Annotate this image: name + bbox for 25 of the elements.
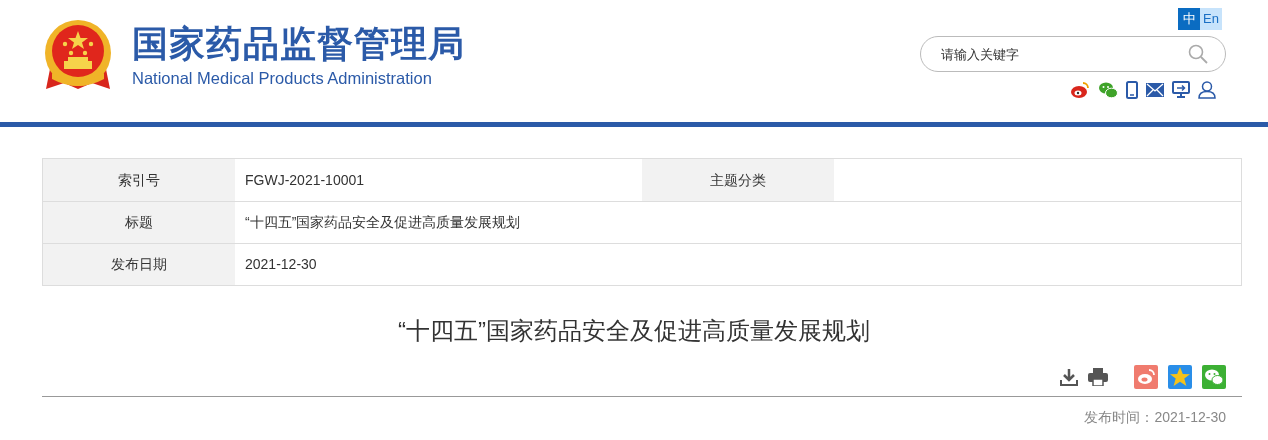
weibo-share-icon[interactable] — [1134, 365, 1158, 389]
site-subtitle: National Medical Products Administration — [132, 68, 433, 88]
print-icon[interactable] — [1088, 368, 1108, 386]
label-cell: 标题 — [43, 202, 235, 243]
article-title: “十四五”国家药品安全及促进高质量发展规划 — [397, 316, 871, 346]
monitor-icon[interactable] — [1172, 81, 1190, 99]
label-cell: 主题分类 — [642, 159, 834, 201]
value-cell-text: 2021-12-30 — [244, 255, 318, 274]
label-cell: 发布日期 — [43, 244, 235, 285]
publish-time: 发布时间：2021-12-30 — [1084, 408, 1226, 427]
wechat-icon[interactable] — [1098, 81, 1118, 99]
weibo-icon[interactable] — [1070, 81, 1090, 99]
value-cell-text: “十四五”国家药品安全及促进高质量发展规划 — [244, 213, 522, 232]
phone-icon[interactable] — [1126, 81, 1138, 99]
site-title: 国家药品监督管理局 — [132, 22, 465, 66]
value-cell-text: FGWJ-2021-10001 — [244, 170, 366, 190]
mail-icon[interactable] — [1146, 83, 1164, 97]
download-icon[interactable] — [1060, 368, 1078, 386]
language-tab[interactable]: En — [1200, 8, 1222, 30]
language-tab[interactable]: 中 — [1178, 8, 1200, 30]
search-field[interactable]: 请输入关键字 — [920, 36, 1226, 72]
star-share-icon[interactable] — [1168, 365, 1192, 389]
wechat-share-icon[interactable] — [1202, 365, 1226, 389]
user-icon[interactable] — [1198, 81, 1216, 99]
label-cell: 索引号 — [43, 159, 235, 201]
